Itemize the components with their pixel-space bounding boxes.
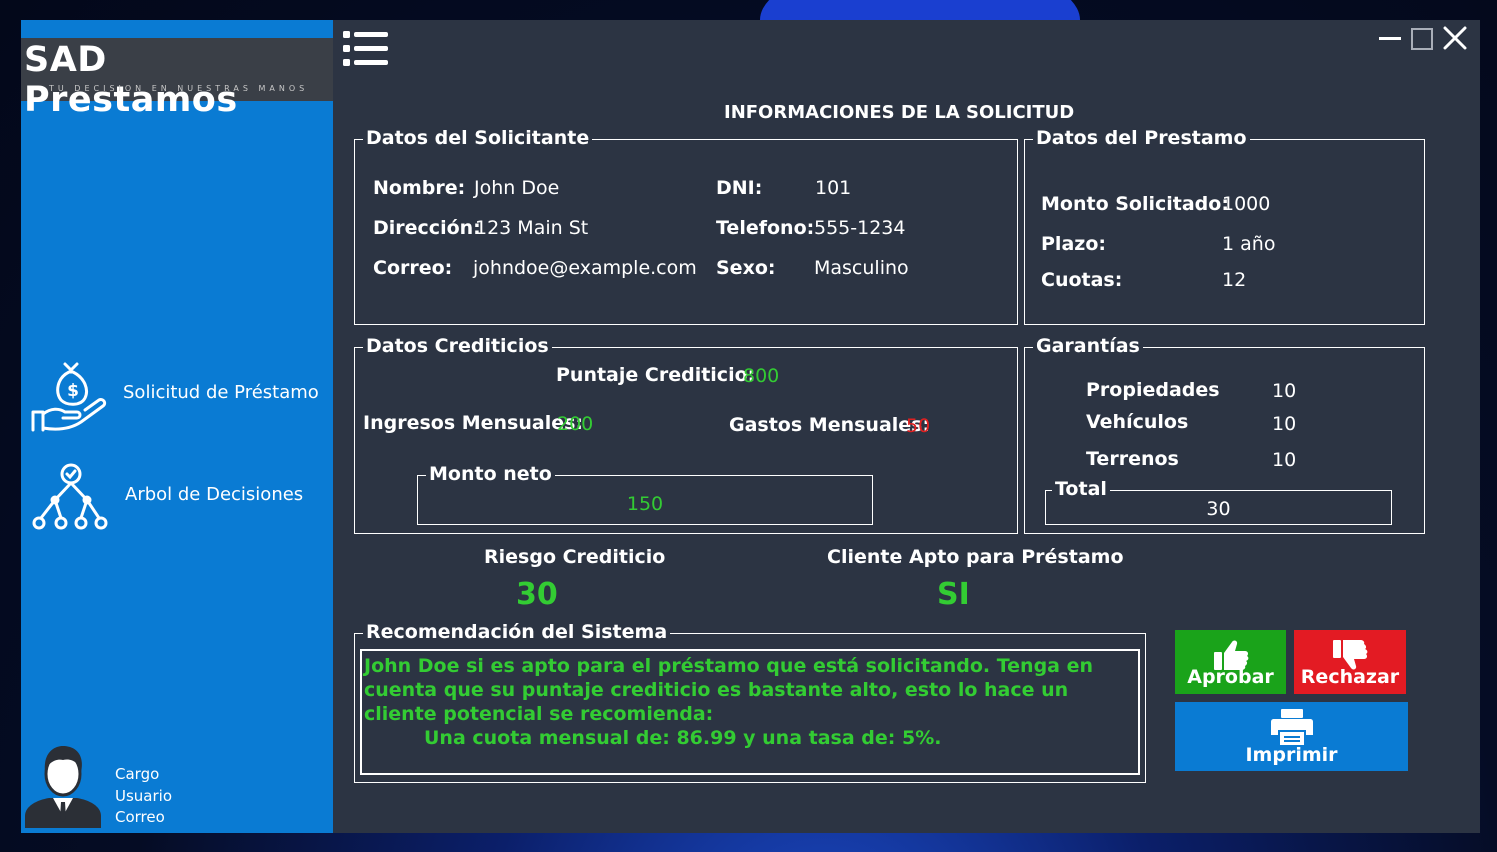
rechazar-label: Rechazar: [1300, 666, 1400, 688]
total-title: Total: [1052, 478, 1110, 500]
sexo-value: Masculino: [814, 257, 909, 279]
app-window: SAD Prestamos TU DECISION EN NUESTRAS MA…: [21, 20, 1480, 833]
user-avatar-icon: [25, 746, 101, 828]
monto-label: Monto Solicitado:: [1041, 193, 1229, 215]
logo-tagline: TU DECISION EN NUESTRAS MANOS: [49, 84, 309, 93]
dni-value: 101: [815, 177, 852, 199]
correo-label: Correo:: [373, 257, 453, 279]
sidebar-item-arbol[interactable]: Arbol de Decisiones: [21, 460, 333, 540]
terrenos-value: 10: [1272, 449, 1297, 471]
monto-neto-group: Monto neto 150: [417, 463, 873, 525]
recomendacion-textbox[interactable]: John Doe si es apto para el préstamo que…: [360, 649, 1140, 775]
monto-neto-value: 150: [626, 493, 664, 515]
crediticios-title: Datos Crediticios: [363, 335, 552, 357]
logo-title: SAD Prestamos: [24, 40, 238, 120]
decision-tree-icon: [32, 463, 108, 530]
recomendacion-group: Recomendación del Sistema John Doe si es…: [354, 621, 1146, 783]
gastos-value: 50: [906, 415, 931, 437]
imprimir-label: Imprimir: [1245, 744, 1338, 766]
gastos-label: Gastos Mensuales:: [729, 414, 931, 436]
vehiculos-label: Vehículos: [1086, 411, 1189, 433]
telefono-value: 555-1234: [814, 217, 906, 239]
propiedades-label: Propiedades: [1086, 379, 1220, 401]
minimize-icon[interactable]: [1377, 26, 1405, 52]
riesgo-value: 30: [516, 577, 558, 612]
puntaje-value: 800: [743, 365, 780, 387]
propiedades-value: 10: [1272, 380, 1297, 402]
solicitante-group: Datos del Solicitante Nombre: John Doe D…: [354, 127, 1018, 325]
total-group: Total 30: [1045, 478, 1392, 525]
garantias-title: Garantías: [1033, 335, 1143, 357]
plazo-label: Plazo:: [1041, 233, 1106, 255]
apto-label: Cliente Apto para Préstamo: [827, 546, 1124, 568]
nombre-value: John Doe: [474, 177, 560, 199]
nombre-label: Nombre:: [373, 177, 466, 199]
recomendacion-text: John Doe si es apto para el préstamo que…: [364, 655, 1094, 725]
garantias-group: Garantías Propiedades 10 Vehículos 10 Te…: [1024, 335, 1425, 534]
sidebar-item-solicitud[interactable]: $ Solicitud de Préstamo: [21, 358, 333, 438]
user-usuario: Usuario: [115, 786, 173, 805]
crediticios-group: Datos Crediticios Puntaje Crediticio: 80…: [354, 335, 1018, 534]
dni-label: DNI:: [716, 177, 763, 199]
user-correo: Correo: [115, 808, 165, 826]
page-title: INFORMACIONES DE LA SOLICITUD: [724, 102, 1075, 123]
sidebar-item-label: Solicitud de Préstamo: [123, 382, 319, 403]
riesgo-label: Riesgo Crediticio: [484, 546, 666, 568]
printer-icon: [1271, 709, 1313, 745]
ingresos-label: Ingresos Mensuales:: [363, 412, 584, 434]
recomendacion-detail: Una cuota mensual de: 86.99 y una tasa d…: [424, 727, 942, 749]
maximize-icon[interactable]: [1409, 26, 1437, 52]
monto-value: 1000: [1222, 193, 1271, 215]
ingresos-value: 200: [557, 413, 594, 435]
svg-text:$: $: [67, 381, 79, 401]
app-logo: SAD Prestamos TU DECISION EN NUESTRAS MA…: [21, 38, 333, 120]
cuotas-value: 12: [1222, 269, 1247, 291]
solicitante-title: Datos del Solicitante: [363, 127, 593, 149]
telefono-label: Telefono:: [716, 217, 815, 239]
prestamo-group: Datos del Prestamo Monto Solicitado: 100…: [1024, 127, 1425, 325]
apto-value: SI: [937, 577, 970, 612]
prestamo-title: Datos del Prestamo: [1033, 127, 1250, 149]
vehiculos-value: 10: [1272, 413, 1297, 435]
imprimir-button[interactable]: Imprimir: [1175, 702, 1408, 771]
menu-list-icon[interactable]: [343, 30, 389, 68]
close-icon[interactable]: [1441, 26, 1469, 52]
monto-neto-title: Monto neto: [426, 463, 555, 485]
user-cargo: Cargo: [115, 765, 160, 783]
total-value: 30: [1206, 498, 1231, 520]
puntaje-label: Puntaje Crediticio:: [556, 364, 756, 386]
cuotas-label: Cuotas:: [1041, 269, 1123, 291]
direccion-value: 123 Main St: [475, 217, 589, 239]
aprobar-label: Aprobar: [1187, 666, 1274, 688]
sidebar-item-label: Arbol de Decisiones: [125, 484, 304, 505]
aprobar-button[interactable]: Aprobar: [1175, 630, 1286, 694]
money-bag-hand-icon: $: [31, 362, 107, 432]
direccion-label: Dirección:: [373, 217, 481, 239]
user-info: Cargo Usuario Correo: [115, 764, 172, 829]
recomendacion-title: Recomendación del Sistema: [363, 621, 671, 643]
plazo-value: 1 año: [1222, 233, 1276, 255]
sexo-label: Sexo:: [716, 257, 776, 279]
sidebar: SAD Prestamos TU DECISION EN NUESTRAS MA…: [21, 20, 333, 833]
terrenos-label: Terrenos: [1086, 448, 1179, 470]
correo-value: johndoe@example.com: [473, 257, 697, 279]
rechazar-button[interactable]: Rechazar: [1294, 630, 1406, 694]
